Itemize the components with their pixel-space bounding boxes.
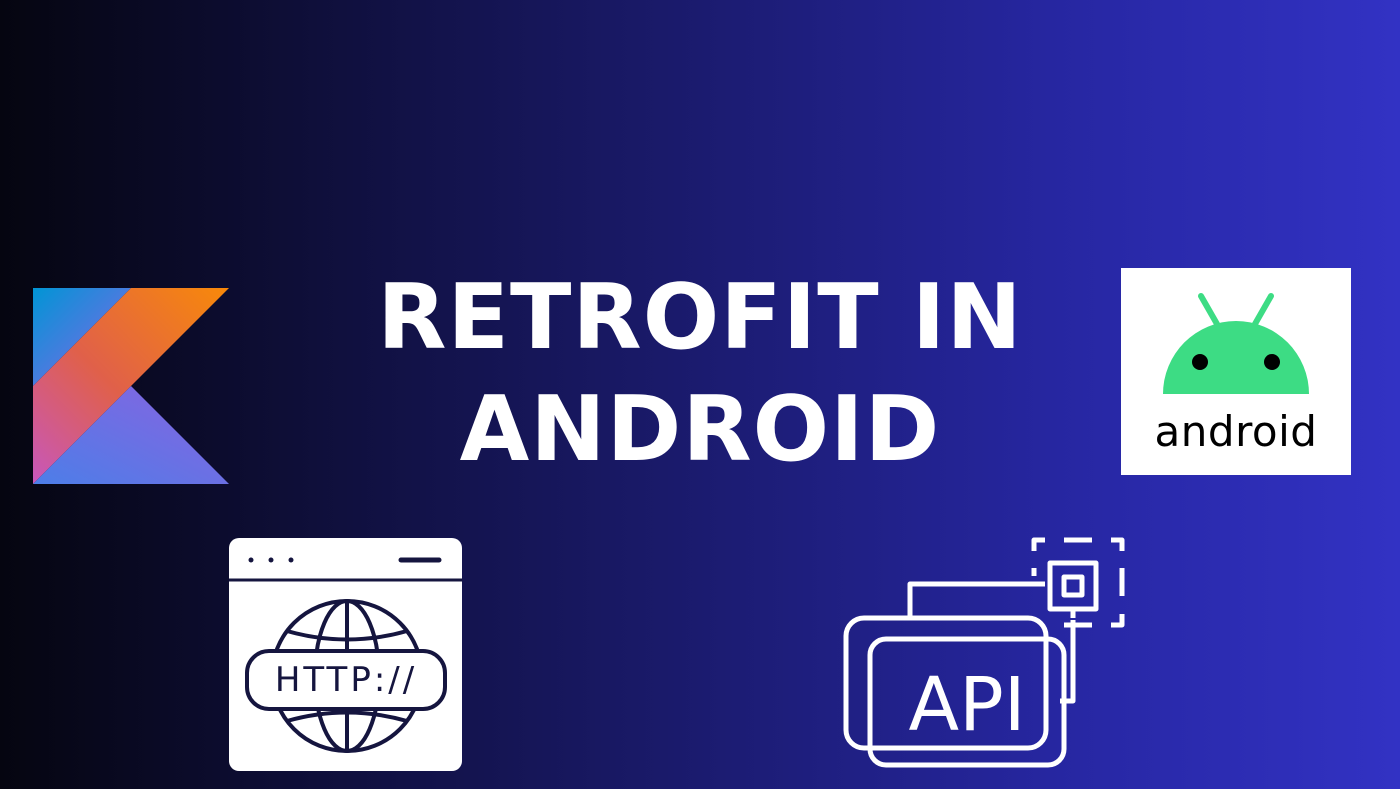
android-logo: android (1121, 268, 1351, 475)
kotlin-logo-icon (33, 288, 229, 484)
http-icon-label: HTTP:// (275, 660, 417, 700)
retrofit-banner: RETROFIT IN ANDROID android HTTP:// API (0, 0, 1400, 789)
title-line-2: ANDROID (459, 377, 941, 482)
page-title: RETROFIT IN ANDROID (300, 262, 1100, 486)
api-icon-label: API (908, 662, 1025, 748)
android-wordmark: android (1154, 407, 1318, 456)
api-cards-icon: API (843, 537, 1125, 768)
title-line-1: RETROFIT IN (377, 265, 1023, 370)
http-globe-window-icon: HTTP:// (229, 538, 462, 771)
android-robot-icon (1163, 293, 1309, 394)
